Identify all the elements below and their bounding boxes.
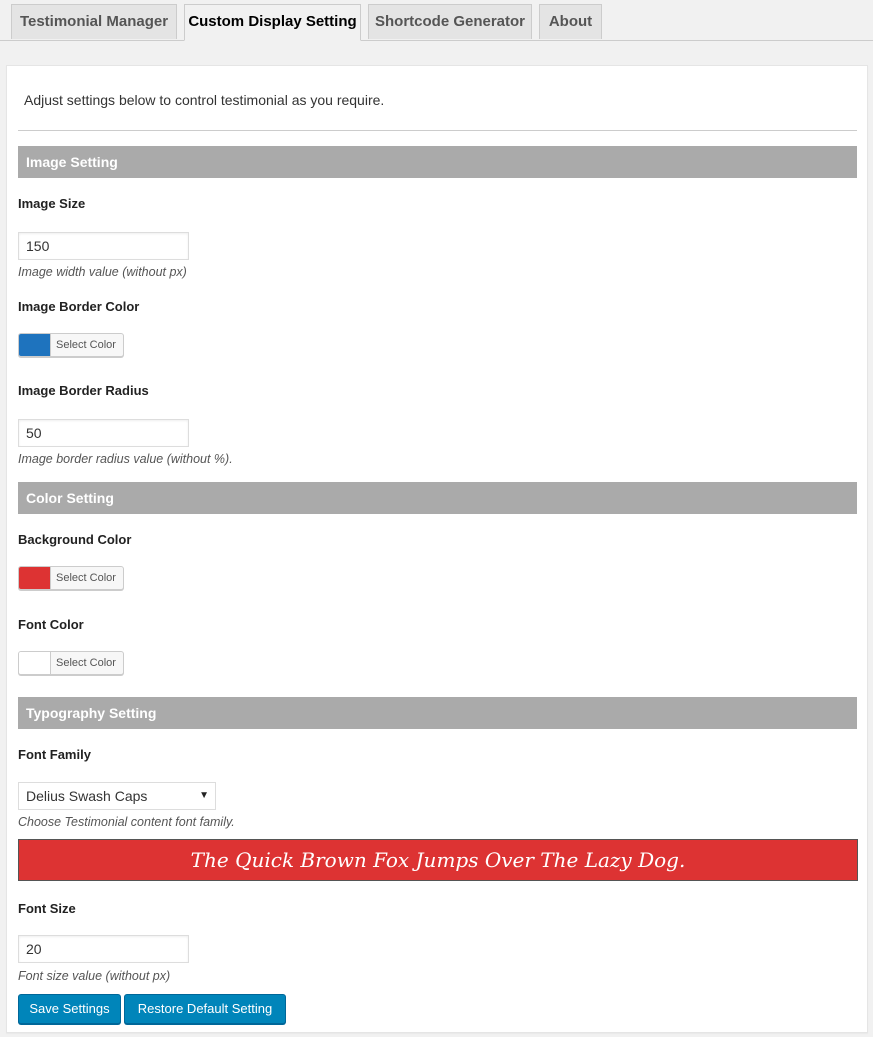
font-family-label: Font Family bbox=[18, 747, 91, 762]
tab-testimonial-manager[interactable]: Testimonial Manager bbox=[11, 4, 177, 39]
background-color-picker[interactable]: Select Color bbox=[18, 566, 124, 590]
select-color-label: Select Color bbox=[56, 339, 116, 351]
font-family-selected: Delius Swash Caps bbox=[26, 788, 148, 804]
section-typography-setting: Typography Setting bbox=[18, 697, 857, 729]
tab-shortcode-generator[interactable]: Shortcode Generator bbox=[368, 4, 532, 39]
restore-default-button[interactable]: Restore Default Setting bbox=[124, 994, 286, 1024]
font-color-label: Font Color bbox=[18, 617, 84, 632]
image-border-radius-description: Image border radius value (without %). bbox=[18, 452, 233, 466]
font-family-select[interactable]: Delius Swash Caps ▼ bbox=[18, 782, 216, 810]
image-border-radius-input[interactable] bbox=[18, 419, 189, 447]
intro-text: Adjust settings below to control testimo… bbox=[24, 92, 385, 108]
color-swatch bbox=[19, 567, 51, 589]
color-swatch bbox=[19, 652, 51, 674]
image-border-color-picker[interactable]: Select Color bbox=[18, 333, 124, 357]
font-color-picker[interactable]: Select Color bbox=[18, 651, 124, 675]
image-border-color-label: Image Border Color bbox=[18, 299, 140, 314]
section-color-setting: Color Setting bbox=[18, 482, 857, 514]
settings-panel: Adjust settings below to control testimo… bbox=[6, 65, 868, 1033]
font-preview: The Quick Brown Fox Jumps Over The Lazy … bbox=[18, 839, 858, 881]
section-image-setting: Image Setting bbox=[18, 146, 857, 178]
save-settings-button[interactable]: Save Settings bbox=[18, 994, 121, 1024]
divider bbox=[18, 130, 857, 131]
tab-custom-display-setting[interactable]: Custom Display Setting bbox=[184, 4, 361, 41]
color-swatch bbox=[19, 334, 51, 356]
tab-about[interactable]: About bbox=[539, 4, 602, 39]
select-color-label: Select Color bbox=[56, 657, 116, 669]
nav-tabs: Testimonial Manager Custom Display Setti… bbox=[0, 0, 873, 41]
image-size-input[interactable] bbox=[18, 232, 189, 260]
background-color-label: Background Color bbox=[18, 532, 132, 547]
font-size-description: Font size value (without px) bbox=[18, 969, 171, 983]
image-size-description: Image width value (without px) bbox=[18, 265, 187, 279]
image-size-label: Image Size bbox=[18, 196, 86, 211]
font-family-description: Choose Testimonial content font family. bbox=[18, 815, 235, 829]
font-size-label: Font Size bbox=[18, 901, 76, 916]
image-border-radius-label: Image Border Radius bbox=[18, 383, 149, 398]
font-size-input[interactable] bbox=[18, 935, 189, 963]
select-color-label: Select Color bbox=[56, 572, 116, 584]
dropdown-arrow-icon: ▼ bbox=[199, 790, 209, 801]
